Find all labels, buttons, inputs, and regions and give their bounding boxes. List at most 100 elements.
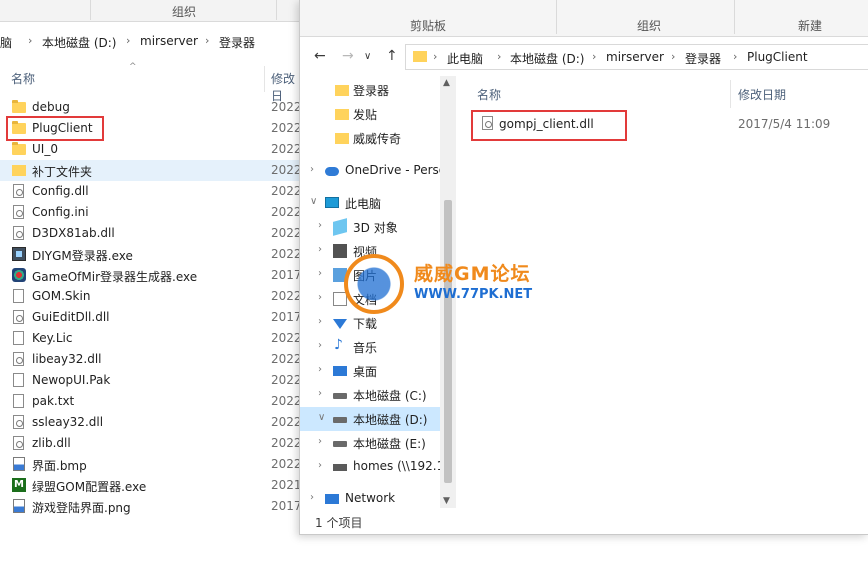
breadcrumb-launcher[interactable]: 登录器	[685, 50, 721, 67]
file-date: 2022	[271, 289, 302, 303]
chevron-right-icon: ›	[28, 34, 33, 47]
dll-icon	[12, 184, 26, 199]
dll-icon	[12, 310, 26, 325]
nav-label: 下载	[353, 317, 378, 331]
front-ribbon: 剪贴板 组织 新建	[300, 0, 868, 37]
nav-item-homes[interactable]: › homes (\\192.1	[300, 455, 444, 479]
chevron-right-icon[interactable]: ›	[318, 316, 322, 327]
chevron-right-icon[interactable]: ›	[318, 244, 322, 255]
nav-label: 本地磁盘 (C:)	[353, 389, 427, 403]
chevron-right-icon[interactable]: ›	[310, 164, 314, 175]
file-row-diygm-exe[interactable]: DIYGM登录器.exe 2022	[0, 244, 302, 265]
breadcrumb-mirserver[interactable]: mirserver	[140, 34, 198, 48]
chevron-right-icon[interactable]: ›	[318, 340, 322, 351]
back-address-bar[interactable]: 脑 › 本地磁盘 (D:) › mirserver › 登录器	[0, 31, 300, 53]
nav-item-drive-d[interactable]: ∨ 本地磁盘 (D:)	[300, 407, 440, 431]
back-arrow-icon[interactable]: ←	[314, 48, 326, 64]
chevron-right-icon[interactable]: ›	[318, 460, 322, 471]
nav-item-3d-objects[interactable]: › 3D 对象	[300, 215, 440, 239]
scroll-down-icon[interactable]: ▼	[443, 496, 450, 506]
file-row-debug[interactable]: debug 2022	[0, 97, 302, 118]
nav-item-this-pc[interactable]: ∨ 此电脑	[300, 191, 440, 215]
chevron-right-icon[interactable]: ›	[318, 220, 322, 231]
settings-file-icon	[12, 205, 26, 220]
breadcrumb-plugclient[interactable]: PlugClient	[747, 50, 808, 64]
file-row-patch-folder[interactable]: 补丁文件夹 2022	[0, 160, 302, 181]
nav-item-onedrive[interactable]: › OneDrive - Perso	[300, 159, 446, 183]
file-row-ssleay32[interactable]: ssleay32.dll 2022	[0, 412, 302, 433]
file-row-libeay32[interactable]: libeay32.dll 2022	[0, 349, 302, 370]
breadcrumb-drive-d[interactable]: 本地磁盘 (D:)	[510, 50, 584, 67]
front-address-bar[interactable]: › 此电脑 › 本地磁盘 (D:) › mirserver › 登录器 › Pl…	[405, 44, 868, 70]
file-row-key-lic[interactable]: Key.Lic 2022	[0, 328, 302, 349]
column-divider[interactable]	[730, 80, 731, 108]
nav-item-launcher[interactable]: 登录器	[300, 78, 440, 102]
front-navigation-bar: ← → ∨ ↑ › 此电脑 › 本地磁盘 (D:) › mirserver › …	[300, 40, 868, 74]
file-row-gom-skin[interactable]: GOM.Skin 2022	[0, 286, 302, 307]
chevron-right-icon[interactable]: ›	[318, 388, 322, 399]
file-row-d3dx[interactable]: D3DX81ab.dll 2022	[0, 223, 302, 244]
nav-label: 音乐	[353, 341, 378, 355]
file-row-lvmeng-exe[interactable]: M 绿盟GOM配置器.exe 2021	[0, 475, 302, 496]
nav-item-music[interactable]: › 音乐	[300, 335, 440, 359]
chevron-right-icon[interactable]: ›	[310, 492, 314, 503]
nav-item-posts[interactable]: 发贴	[300, 102, 440, 126]
chevron-down-icon[interactable]: ∨	[310, 196, 317, 207]
file-name: debug	[32, 100, 70, 114]
highlight-box-gompj-client	[471, 110, 627, 141]
file-name: UI_0	[32, 142, 58, 156]
column-date-modified[interactable]: 修改日期	[738, 86, 786, 103]
nav-item-downloads[interactable]: › 下载	[300, 311, 440, 335]
watermark-url: WWW.77PK.NET	[414, 287, 533, 302]
folder-icon	[12, 163, 26, 178]
file-date: 2022	[271, 121, 302, 135]
breadcrumb-this-pc[interactable]: 此电脑	[447, 50, 483, 67]
highlight-box-plugclient	[6, 116, 104, 141]
file-name: 游戏登陆界面.png	[32, 501, 131, 515]
file-date: 2022	[271, 457, 302, 471]
pc-icon	[325, 197, 339, 208]
scrollbar-thumb[interactable]	[444, 200, 452, 483]
breadcrumb-launcher[interactable]: 登录器	[219, 34, 255, 51]
file-row-config-ini[interactable]: Config.ini 2022	[0, 202, 302, 223]
file-row-zlib[interactable]: zlib.dll 2022	[0, 433, 302, 454]
nav-item-drive-c[interactable]: › 本地磁盘 (C:)	[300, 383, 440, 407]
chevron-right-icon[interactable]: ›	[318, 436, 322, 447]
nav-label: 3D 对象	[353, 221, 398, 235]
file-icon	[12, 289, 26, 304]
image-file-icon	[12, 499, 26, 514]
dll-icon	[12, 415, 26, 430]
file-row-interface-bmp[interactable]: 界面.bmp 2022	[0, 454, 302, 475]
file-row-config-dll[interactable]: Config.dll 2022	[0, 181, 302, 202]
green-exe-icon: M	[12, 478, 26, 493]
breadcrumb-mirserver[interactable]: mirserver	[606, 50, 664, 64]
column-name[interactable]: 名称	[11, 70, 35, 87]
up-arrow-icon[interactable]: ↑	[386, 48, 398, 64]
recent-dropdown-icon[interactable]: ∨	[364, 51, 371, 62]
forward-arrow-icon[interactable]: →	[342, 48, 354, 64]
file-row-newopui-pak[interactable]: NewopUI.Pak 2022	[0, 370, 302, 391]
network-drive-icon	[333, 464, 347, 471]
file-row-guieditdll[interactable]: GuiEditDll.dll 2017	[0, 307, 302, 328]
chevron-right-icon[interactable]: ›	[318, 292, 322, 303]
chevron-right-icon: ›	[126, 34, 131, 47]
file-row-pak-txt[interactable]: pak.txt 2022	[0, 391, 302, 412]
chevron-right-icon[interactable]: ›	[318, 268, 322, 279]
nav-item-network[interactable]: › Network	[300, 487, 440, 511]
column-name[interactable]: 名称	[477, 86, 501, 103]
breadcrumb-this-pc[interactable]: 脑	[0, 34, 12, 51]
file-row-gameofmir-exe[interactable]: GameOfMir登录器生成器.exe 2017	[0, 265, 302, 286]
breadcrumb-drive-d[interactable]: 本地磁盘 (D:)	[42, 34, 116, 51]
nav-item-weiwei[interactable]: 威威传奇	[300, 126, 440, 150]
chevron-right-icon: ›	[671, 50, 676, 63]
file-row-ui0[interactable]: UI_0 2022	[0, 139, 302, 160]
nav-item-desktop[interactable]: › 桌面	[300, 359, 440, 383]
file-name: zlib.dll	[32, 436, 71, 450]
nav-item-drive-e[interactable]: › 本地磁盘 (E:)	[300, 431, 440, 455]
chevron-right-icon[interactable]: ›	[318, 364, 322, 375]
column-divider[interactable]	[264, 66, 265, 92]
scroll-up-icon[interactable]: ▲	[443, 78, 450, 88]
file-date: 2017	[271, 310, 302, 324]
file-row-login-png[interactable]: 游戏登陆界面.png 2017	[0, 496, 302, 517]
chevron-down-icon[interactable]: ∨	[318, 412, 325, 423]
